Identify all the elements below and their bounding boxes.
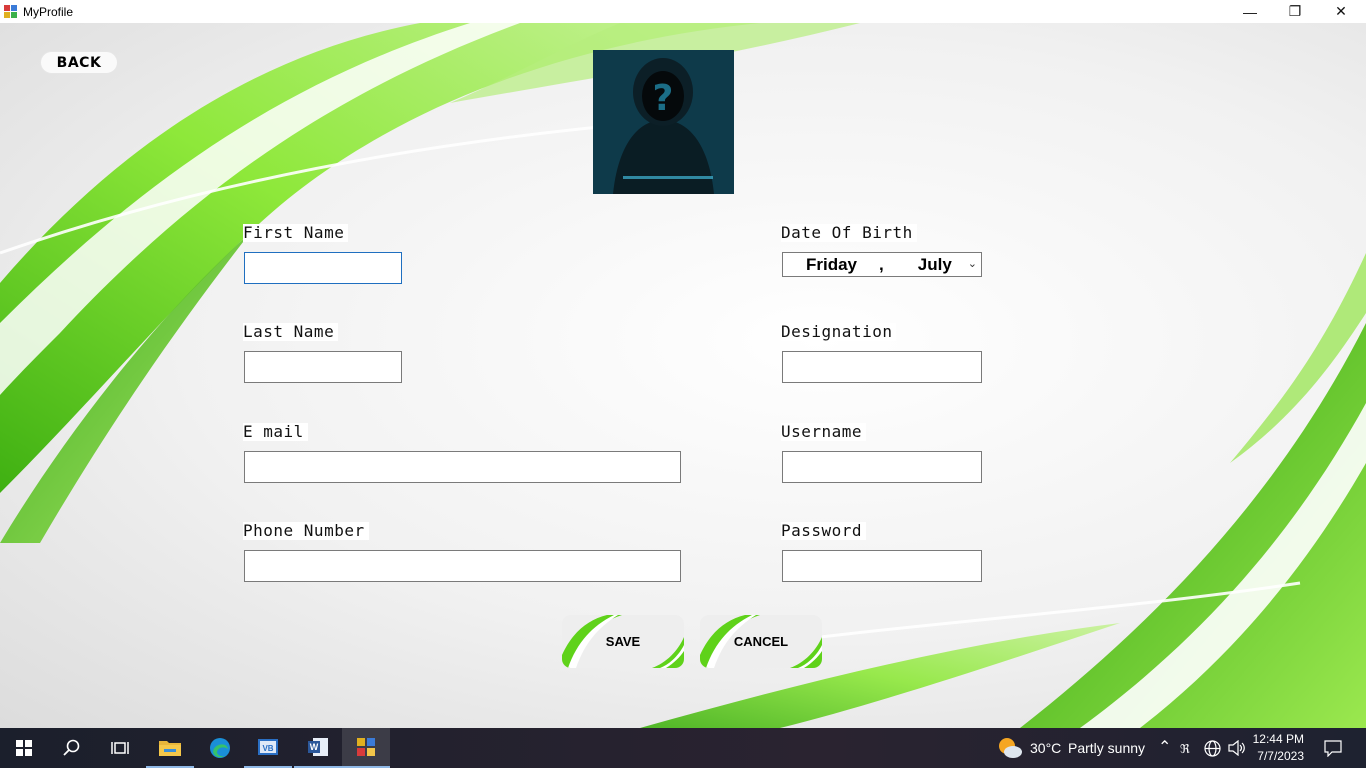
- last-name-input[interactable]: [244, 351, 402, 383]
- email-input[interactable]: [244, 451, 681, 483]
- svg-text:W: W: [310, 742, 319, 752]
- partly-sunny-icon[interactable]: [997, 736, 1023, 760]
- windows-logo-icon: [16, 740, 32, 756]
- taskbar-file-explorer[interactable]: [146, 728, 194, 768]
- profile-avatar[interactable]: ?: [593, 50, 734, 194]
- task-view-icon: [111, 742, 129, 754]
- chevron-down-icon[interactable]: ⌄: [968, 257, 977, 270]
- chevron-up-icon[interactable]: ⌃: [1158, 737, 1171, 757]
- start-button[interactable]: [0, 728, 48, 768]
- visual-basic-icon: VB: [258, 739, 278, 755]
- task-view-button[interactable]: [96, 728, 144, 768]
- password-input[interactable]: [782, 550, 982, 582]
- save-label: SAVE: [605, 634, 641, 649]
- phone-input[interactable]: [244, 550, 681, 582]
- hooded-figure-icon: ?: [593, 50, 734, 194]
- cancel-button[interactable]: CANCEL: [700, 615, 822, 668]
- close-icon: ✕: [1335, 3, 1347, 19]
- taskbar-word[interactable]: W: [294, 728, 342, 768]
- app-icon: [4, 4, 18, 19]
- minimize-icon: —: [1243, 3, 1257, 20]
- speaker-volume-icon[interactable]: [1228, 740, 1246, 756]
- username-input[interactable]: [782, 451, 982, 483]
- notification-center-icon[interactable]: [1324, 740, 1342, 757]
- dob-month: July: [917, 254, 952, 274]
- word-icon: W: [308, 738, 328, 756]
- dob-picker[interactable]: Friday , July ⌄: [782, 252, 982, 277]
- svg-text:ℜ: ℜ: [1180, 742, 1190, 755]
- first-name-label: First Name: [243, 224, 349, 242]
- back-label: BACK: [56, 54, 102, 71]
- taskbar-edge[interactable]: [196, 728, 244, 768]
- taskbar-clock[interactable]: 12:44 PM 7/7/2023: [1253, 731, 1304, 765]
- phone-label: Phone Number: [243, 522, 369, 540]
- first-name-input[interactable]: [244, 252, 402, 284]
- folder-icon: [159, 741, 181, 756]
- title-bar: MyProfile — ❐ ✕: [0, 0, 1366, 23]
- profile-form-window: BACK ? First Name Last Name E mail Phone…: [0, 23, 1366, 728]
- cancel-label: CANCEL: [733, 634, 789, 649]
- password-label: Password: [781, 522, 867, 540]
- taskbar-visual-basic[interactable]: VB: [244, 728, 292, 768]
- save-button[interactable]: SAVE: [562, 615, 684, 668]
- search-icon: [63, 739, 80, 756]
- keyboard-ime-icon[interactable]: ℜ: [1180, 741, 1196, 755]
- designation-input[interactable]: [782, 351, 982, 383]
- restore-button[interactable]: ❐: [1272, 0, 1318, 23]
- search-button[interactable]: [48, 728, 96, 768]
- clock-date: 7/7/2023: [1257, 749, 1304, 763]
- weather-temp[interactable]: 30°C: [1030, 740, 1061, 756]
- last-name-label: Last Name: [243, 323, 339, 341]
- back-button[interactable]: BACK: [40, 51, 118, 74]
- taskbar-myprofile-app[interactable]: [342, 728, 390, 768]
- dob-separator: ,: [879, 254, 884, 274]
- restore-icon: ❐: [1288, 3, 1302, 19]
- weather-condition[interactable]: Partly sunny: [1068, 740, 1145, 756]
- edge-browser-icon: [210, 738, 230, 758]
- close-button[interactable]: ✕: [1318, 0, 1364, 23]
- username-label: Username: [781, 423, 867, 441]
- svg-text:?: ?: [653, 78, 674, 119]
- dob-label: Date Of Birth: [781, 224, 917, 242]
- svg-text:VB: VB: [262, 744, 273, 753]
- globe-network-icon[interactable]: [1204, 740, 1221, 757]
- taskbar: VB W 30°C Partly sunny ⌃ ℜ 12:44 PM 7/7/…: [0, 728, 1366, 768]
- email-label: E mail: [243, 423, 308, 441]
- minimize-button[interactable]: —: [1227, 0, 1273, 23]
- app-window-icon: [357, 738, 375, 756]
- designation-label: Designation: [781, 323, 897, 341]
- window-title: MyProfile: [23, 4, 74, 19]
- dob-day: Friday: [806, 254, 858, 274]
- clock-time: 12:44 PM: [1252, 732, 1304, 746]
